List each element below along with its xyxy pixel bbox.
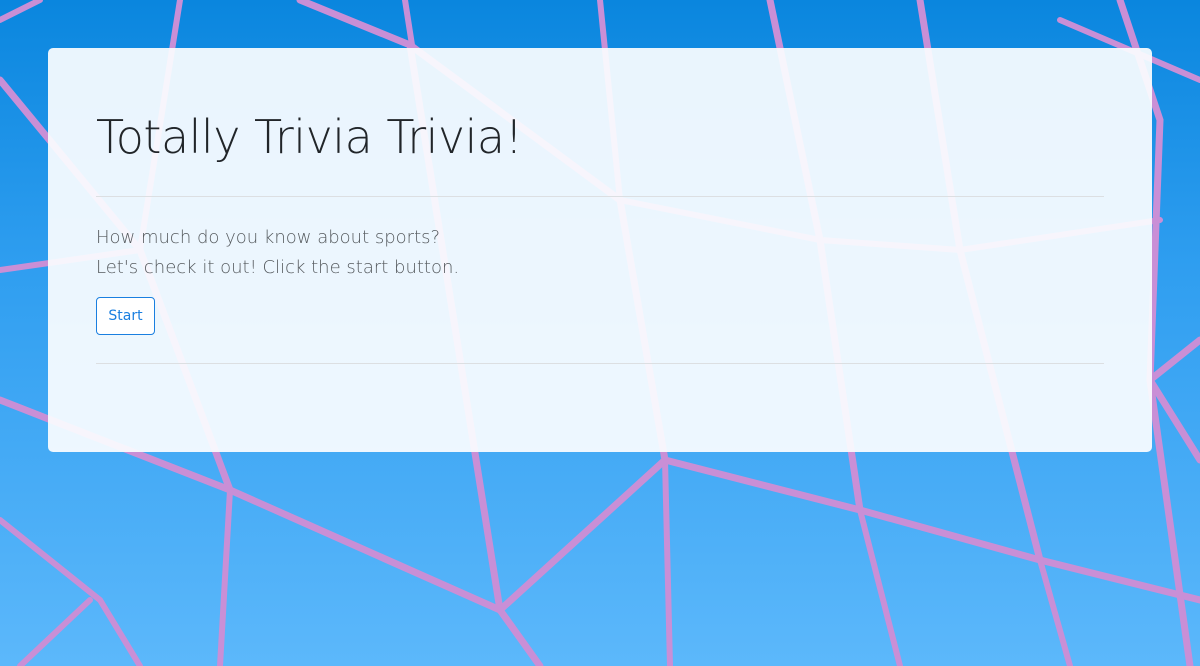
intro-panel: Totally Trivia Trivia! How much do you k… (48, 48, 1152, 452)
divider-top (96, 196, 1104, 197)
page-title: Totally Trivia Trivia! (96, 110, 523, 164)
intro-instruction: Let's check it out! Click the start butt… (96, 257, 460, 278)
divider-bottom (96, 363, 1104, 364)
intro-question: How much do you know about sports? (96, 227, 441, 248)
start-button[interactable]: Start (96, 297, 155, 335)
